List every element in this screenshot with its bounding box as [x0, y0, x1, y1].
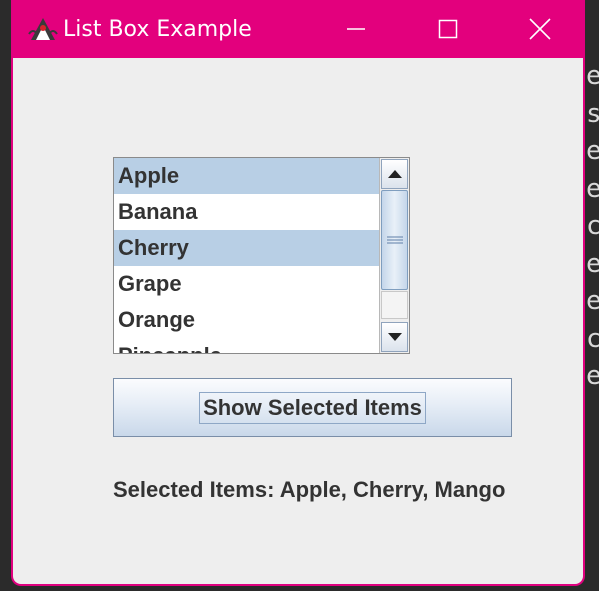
list-item[interactable]: Banana [114, 194, 379, 230]
close-button[interactable] [494, 0, 583, 58]
selected-items-label: Selected Items: Apple, Cherry, Mango [113, 477, 506, 502]
list-items: AppleBananaCherryGrapeOrangePineapple [114, 158, 379, 353]
window-title: List Box Example [63, 17, 252, 42]
list-item[interactable]: Cherry [114, 230, 379, 266]
arrow-up-icon [387, 170, 402, 178]
show-selected-items-label: Show Selected Items [199, 391, 426, 424]
list-item[interactable]: Apple [114, 158, 379, 194]
minimize-button[interactable] [310, 0, 402, 58]
list-item[interactable]: Orange [114, 302, 379, 338]
app-window: List Box Example Apple Banana Cherry Grape O… [11, 0, 585, 586]
grip-icon [386, 236, 403, 244]
java-duke-icon [27, 14, 59, 44]
title-bar[interactable]: List Box Example [13, 0, 583, 58]
fruit-list-box[interactable]: AppleBananaCherryGrapeOrangePineapple [113, 157, 410, 354]
minimize-icon [347, 28, 365, 30]
background-glyph: e [586, 173, 599, 204]
background-glyph: c [586, 211, 599, 241]
scrollbar-thumb[interactable] [381, 190, 408, 290]
background-glyph: e [586, 286, 599, 316]
list-item[interactable]: Pineapple [114, 338, 379, 353]
arrow-down-icon [387, 333, 402, 341]
background-glyph: c [586, 323, 599, 354]
close-icon [529, 18, 551, 40]
background-glyph: s [586, 98, 599, 129]
maximize-icon [438, 19, 458, 39]
background-glyph: e [586, 61, 599, 91]
list-item[interactable]: Grape [114, 266, 379, 302]
background-glyph: e [586, 136, 599, 166]
background-editor-text: eseeceece [586, 58, 599, 591]
scroll-down-button[interactable] [381, 322, 408, 352]
show-selected-items-button[interactable]: Show Selected Items [113, 378, 512, 437]
background-glyph: e [586, 248, 599, 279]
background-glyph: e [586, 361, 599, 391]
scrollbar-track[interactable] [381, 291, 408, 319]
vertical-scrollbar[interactable] [379, 158, 409, 353]
maximize-button[interactable] [402, 0, 494, 58]
scroll-up-button[interactable] [381, 159, 408, 189]
